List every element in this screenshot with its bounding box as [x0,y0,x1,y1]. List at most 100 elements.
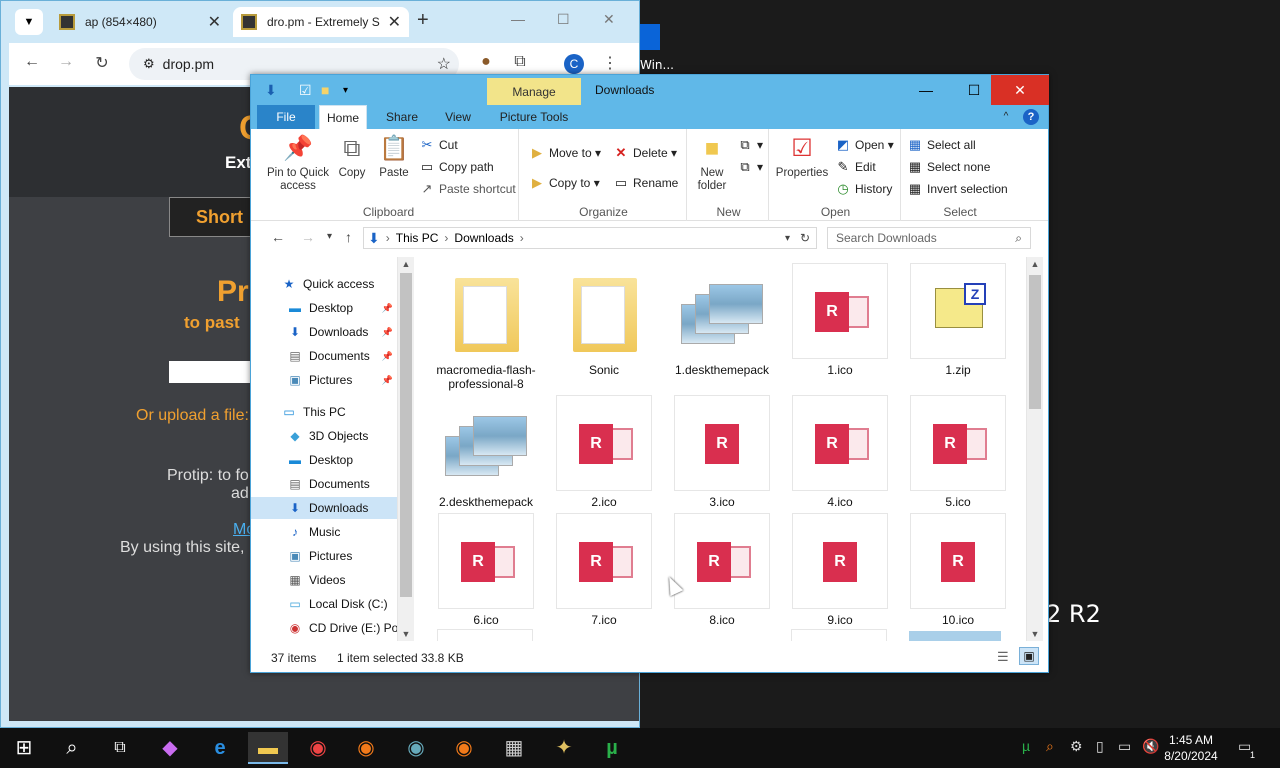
nav-local-disk[interactable]: ▭ Local Disk (C:) [251,593,397,615]
easy-access-button[interactable]: ⧉ ▾ [737,159,763,175]
customize-qat-icon[interactable]: ▾ [343,85,348,96]
navigation-pane-scrollbar[interactable]: ▲ ▼ [397,257,414,641]
file-tile[interactable]: R 1.ico [781,263,899,377]
chrome-maximize-button[interactable]: ☐ [557,11,570,28]
chrome-tab-1[interactable]: ap (854×480) ✕ [51,7,229,37]
forward-arrow-icon[interactable]: → [55,53,77,71]
nav-pictures[interactable]: ▣ Pictures [251,545,397,567]
address-dropdown-icon[interactable]: ▾ [785,233,790,244]
scrollbar-thumb[interactable] [1029,275,1041,409]
task-view-icon[interactable]: ⧉ [100,732,140,764]
nav-qa-documents[interactable]: ▤ Documents 📌 [251,345,397,367]
copilot-icon[interactable]: ◆ [150,732,190,764]
tab-search-icon[interactable]: ▼ [15,9,43,35]
file-tile[interactable]: R 6.ico [427,513,545,627]
paste-button[interactable]: 📋 Paste [377,135,411,180]
app-globe-icon[interactable]: ◉ [396,732,436,764]
tab-close-icon[interactable]: ✕ [388,12,401,32]
file-tile[interactable]: 2.deskthemepack [427,395,545,509]
firefox-icon[interactable]: ◉ [346,732,386,764]
nav-videos[interactable]: ▦ Videos [251,569,397,591]
properties-check-icon[interactable]: ☑ [299,82,312,99]
tab-picture-tools[interactable]: Picture Tools [491,105,577,129]
scrollbar-thumb[interactable] [400,273,412,597]
open-button[interactable]: ◩ Open ▾ [835,137,894,153]
nav-3d-objects[interactable]: ◆ 3D Objects [251,425,397,447]
tray-utorrent-icon[interactable]: µ [1022,738,1030,754]
file-tile[interactable]: R 10.ico [899,513,1017,627]
nav-quick-access[interactable]: ★ Quick access [251,273,397,295]
file-tile[interactable]: R 3.ico [663,395,781,509]
large-icons-view-icon[interactable]: ▣ [1019,647,1039,665]
chrome-menu-icon[interactable]: ⋮ [599,53,621,73]
tray-battery-icon[interactable]: ▯ [1096,738,1104,755]
tab-share[interactable]: Share [379,105,425,129]
cut-button[interactable]: ✂ Cut [419,137,458,153]
select-all-button[interactable]: ▦ Select all [907,137,976,153]
pin-quick-access-button[interactable]: 📌 Pin to Quick access [261,135,335,193]
site-info-icon[interactable]: ⚙ [143,56,155,72]
file-tile[interactable]: R 2.ico [545,395,663,509]
nav-music[interactable]: ♪ Music [251,521,397,543]
refresh-icon[interactable]: ↻ [800,231,810,245]
cookie-extension-icon[interactable]: ● [475,53,497,71]
new-item-button[interactable]: ⧉ ▾ [737,137,763,153]
app-bee-icon[interactable]: ✦ [544,732,584,764]
file-tile[interactable]: R 7.ico [545,513,663,627]
properties-button[interactable]: ☑ Properties [773,135,831,180]
paste-shortcut-button[interactable]: ↗ Paste shortcut [419,181,516,197]
invert-selection-button[interactable]: ▦ Invert selection [907,181,1008,197]
nav-cd-drive[interactable]: ◉ CD Drive (E:) Por [251,617,397,639]
move-to-button[interactable]: ▶ Move to ▾ [529,145,601,161]
chrome-taskbar-icon[interactable]: ◉ [298,732,338,764]
scroll-down-icon[interactable]: ▼ [1027,629,1043,639]
tray-network-icon[interactable]: ▭ [1118,738,1131,755]
file-tile-partial[interactable] [437,629,533,641]
taskbar-clock[interactable]: 1:45 AM 8/20/2024 [1152,732,1230,764]
recent-locations-icon[interactable]: ▾ [327,231,332,242]
new-folder-quick-icon[interactable]: ■ [321,82,329,98]
copy-button[interactable]: ⧉ Copy [335,135,369,180]
address-bar[interactable]: ⬇ › This PC › Downloads › ▾ ↻ [363,227,817,249]
file-tile[interactable]: Z 1.zip [899,263,1017,377]
up-arrow-icon[interactable]: ↑ [345,229,352,245]
chrome-tab-2-active[interactable]: dro.pm - Extremely S ✕ [233,7,409,37]
chrome-minimize-button[interactable]: — [511,11,525,27]
tab-file[interactable]: File [257,105,315,129]
chrome-close-button[interactable]: ✕ [603,11,615,28]
file-tile[interactable]: 1.deskthemepack [663,263,781,377]
back-arrow-icon[interactable]: ← [21,53,43,71]
nav-qa-pictures[interactable]: ▣ Pictures 📌 [251,369,397,391]
file-tile-selected-partial[interactable] [909,631,1001,641]
extensions-puzzle-icon[interactable]: ⧉ [509,53,531,71]
forward-arrow-icon[interactable]: → [301,229,315,245]
delete-button[interactable]: ✕ Delete ▾ [613,145,678,161]
file-tile[interactable]: R 8.ico [663,513,781,627]
back-arrow-icon[interactable]: ← [271,229,285,245]
scroll-down-icon[interactable]: ▼ [398,629,414,639]
explorer-minimize-button[interactable]: — [903,75,949,105]
scroll-up-icon[interactable]: ▲ [1027,259,1043,269]
app-tool-icon[interactable]: ▦ [494,732,534,764]
search-icon[interactable]: ⌕ [52,732,92,764]
ribbon-collapse-icon[interactable]: ^ [999,105,1013,129]
scroll-up-icon[interactable]: ▲ [398,259,414,269]
bookmark-star-icon[interactable]: ☆ [437,54,451,74]
paste-input[interactable] [169,361,251,383]
tab-home[interactable]: Home [319,105,367,129]
history-button[interactable]: ◷ History [835,181,892,197]
rename-button[interactable]: ▭ Rename [613,175,679,191]
nav-downloads-selected[interactable]: ⬇ Downloads [251,497,397,519]
file-tile[interactable]: R 9.ico [781,513,899,627]
tab-view[interactable]: View [435,105,481,129]
file-tile[interactable]: R 5.ico [899,395,1017,509]
select-none-button[interactable]: ▦ Select none [907,159,991,175]
file-tile[interactable]: R 4.ico [781,395,899,509]
nav-documents[interactable]: ▤ Documents [251,473,397,495]
new-tab-button[interactable]: + [417,9,429,32]
new-folder-button[interactable]: ■ New folder [691,135,733,193]
internet-explorer-icon[interactable]: e [200,732,240,764]
utorrent-icon[interactable]: µ [592,732,632,764]
edit-button[interactable]: ✎ Edit [835,159,876,175]
help-icon[interactable]: ? [1023,109,1039,125]
